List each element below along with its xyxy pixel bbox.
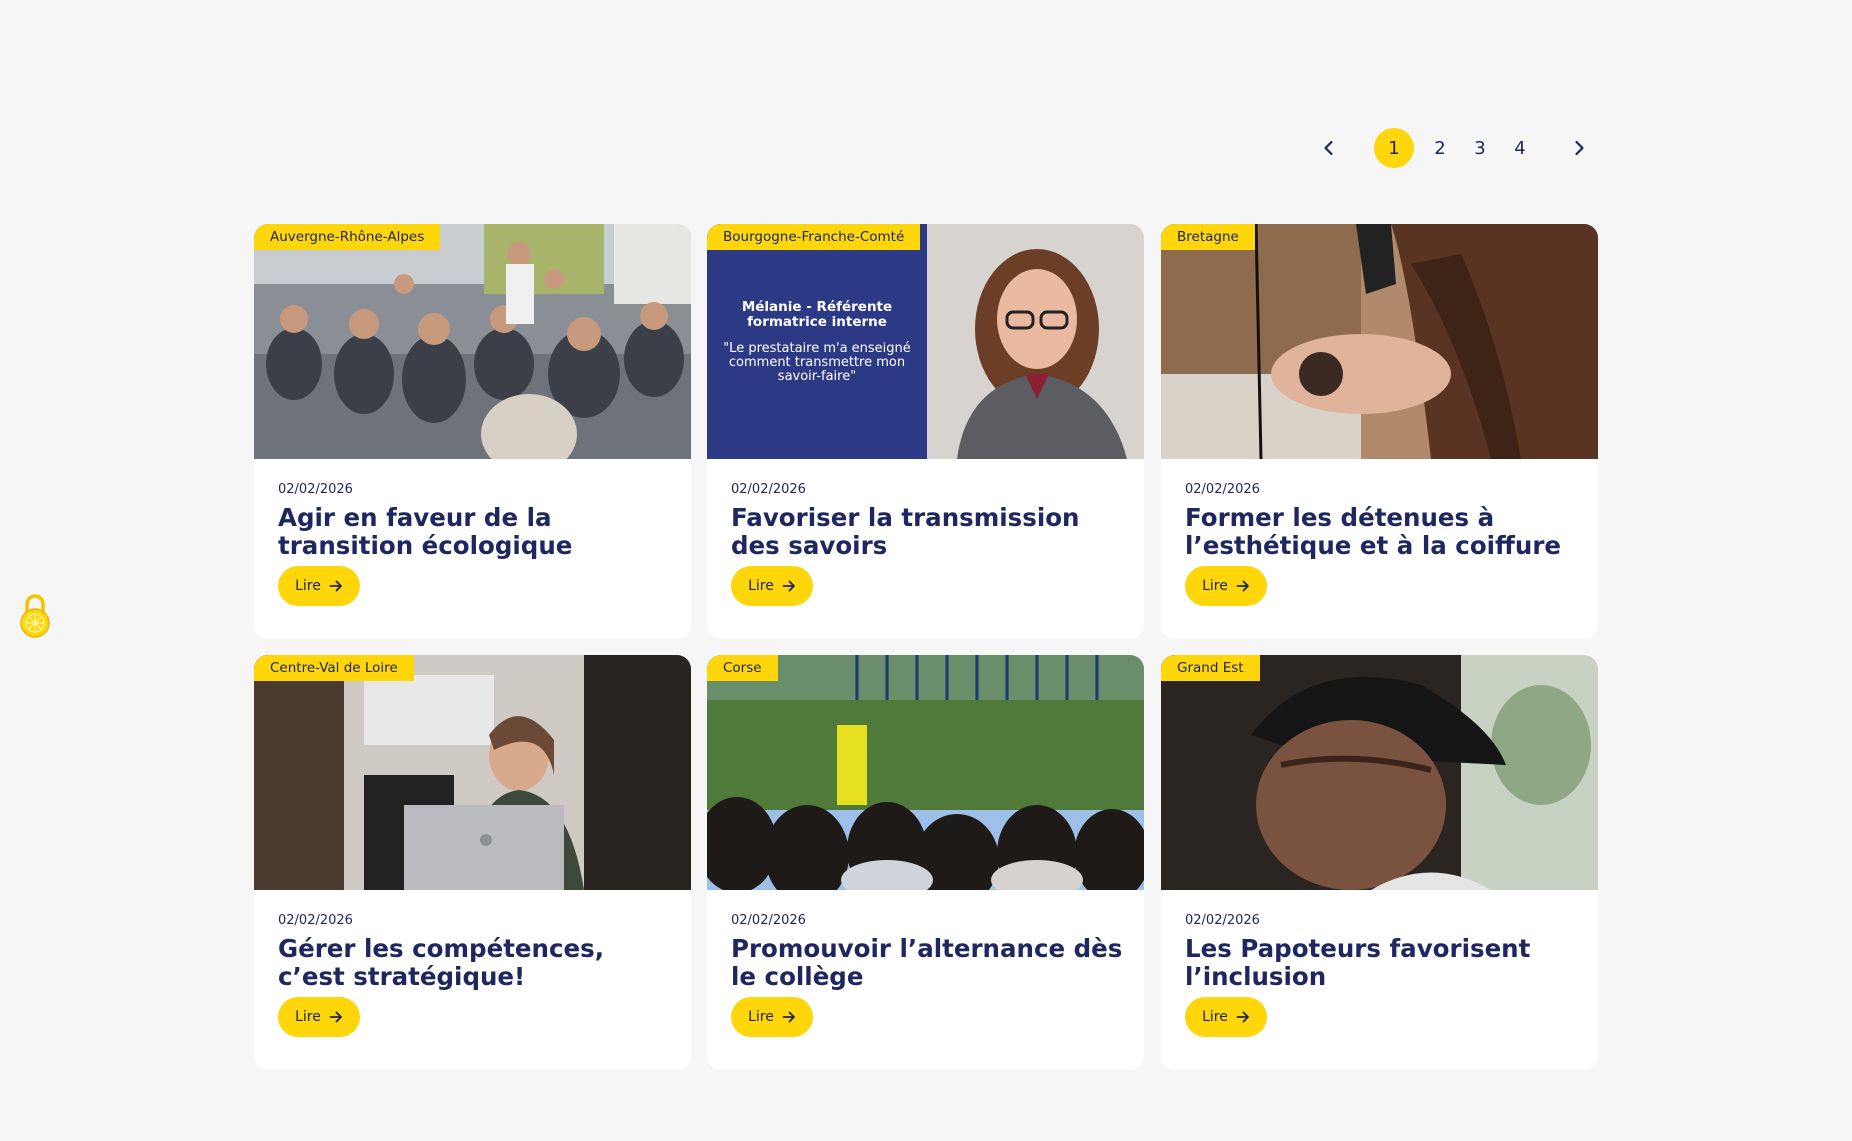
page-2-button[interactable]: 2 xyxy=(1420,127,1460,169)
arrow-right-icon xyxy=(1236,1011,1249,1023)
read-button[interactable]: Lire xyxy=(278,566,360,606)
article-date: 02/02/2026 xyxy=(1185,482,1260,497)
article-photo xyxy=(707,655,1144,890)
article-date: 02/02/2026 xyxy=(731,482,806,497)
arrow-right-icon xyxy=(782,1011,795,1023)
arrow-right-icon xyxy=(782,580,795,592)
article-card[interactable]: Corse 02/02/2026 Promouvoir l’alternance… xyxy=(707,655,1144,1070)
page-3-button[interactable]: 3 xyxy=(1460,127,1500,169)
article-card[interactable]: Bretagne 02/02/2026 Former les détenues … xyxy=(1161,224,1598,639)
read-button[interactable]: Lire xyxy=(731,566,813,606)
pagination: 1 2 3 4 xyxy=(1306,127,1606,169)
article-date: 02/02/2026 xyxy=(278,482,353,497)
article-title[interactable]: Les Papoteurs favorisent l’inclusion xyxy=(1185,935,1580,991)
image-caption: Mélanie - Référente formatrice interne "… xyxy=(707,224,927,459)
article-card[interactable]: Mélanie - Référente formatrice interne "… xyxy=(707,224,1144,639)
region-badge: Bretagne xyxy=(1161,224,1255,250)
page-1-button[interactable]: 1 xyxy=(1374,128,1414,168)
region-badge: Corse xyxy=(707,655,778,681)
read-button-label: Lire xyxy=(1202,1009,1228,1025)
article-title[interactable]: Agir en faveur de la transition écologiq… xyxy=(278,504,673,560)
article-photo: Mélanie - Référente formatrice interne "… xyxy=(707,224,1144,459)
region-badge: Grand Est xyxy=(1161,655,1260,681)
read-button-label: Lire xyxy=(295,578,321,594)
chevron-left-icon[interactable] xyxy=(1308,127,1350,169)
arrow-right-icon xyxy=(329,1011,342,1023)
read-button-label: Lire xyxy=(295,1009,321,1025)
article-card[interactable]: Centre-Val de Loire 02/02/2026 Gérer les… xyxy=(254,655,691,1070)
arrow-right-icon xyxy=(329,580,342,592)
image-caption-title: Mélanie - Référente formatrice interne xyxy=(741,298,893,330)
read-button-label: Lire xyxy=(748,578,774,594)
article-photo xyxy=(1161,224,1598,459)
read-button[interactable]: Lire xyxy=(731,997,813,1037)
article-photo xyxy=(254,655,691,890)
region-badge: Bourgogne-Franche-Comté xyxy=(707,224,921,250)
article-title[interactable]: Promouvoir l’alternance dès le collège xyxy=(731,935,1126,991)
lock-icon[interactable] xyxy=(18,592,52,640)
article-card[interactable]: Auvergne-Rhône-Alpes 02/02/2026 Agir en … xyxy=(254,224,691,639)
page-4-button[interactable]: 4 xyxy=(1500,127,1540,169)
article-photo xyxy=(1161,655,1598,890)
article-photo xyxy=(254,224,691,459)
article-title[interactable]: Gérer les compétences, c’est stratégique… xyxy=(278,935,673,991)
article-date: 02/02/2026 xyxy=(731,913,806,928)
read-button[interactable]: Lire xyxy=(1185,997,1267,1037)
chevron-right-icon[interactable] xyxy=(1558,127,1600,169)
read-button-label: Lire xyxy=(1202,578,1228,594)
read-button-label: Lire xyxy=(748,1009,774,1025)
article-date: 02/02/2026 xyxy=(1185,913,1260,928)
article-title[interactable]: Favoriser la transmission des savoirs xyxy=(731,504,1126,560)
arrow-right-icon xyxy=(1236,580,1249,592)
region-badge: Auvergne-Rhône-Alpes xyxy=(254,224,441,250)
image-caption-quote: "Le prestataire m'a enseigné comment tra… xyxy=(723,340,911,384)
article-title[interactable]: Former les détenues à l’esthétique et à … xyxy=(1185,504,1580,560)
read-button[interactable]: Lire xyxy=(278,997,360,1037)
region-badge: Centre-Val de Loire xyxy=(254,655,414,681)
article-card[interactable]: Grand Est 02/02/2026 Les Papoteurs favor… xyxy=(1161,655,1598,1070)
article-date: 02/02/2026 xyxy=(278,913,353,928)
read-button[interactable]: Lire xyxy=(1185,566,1267,606)
